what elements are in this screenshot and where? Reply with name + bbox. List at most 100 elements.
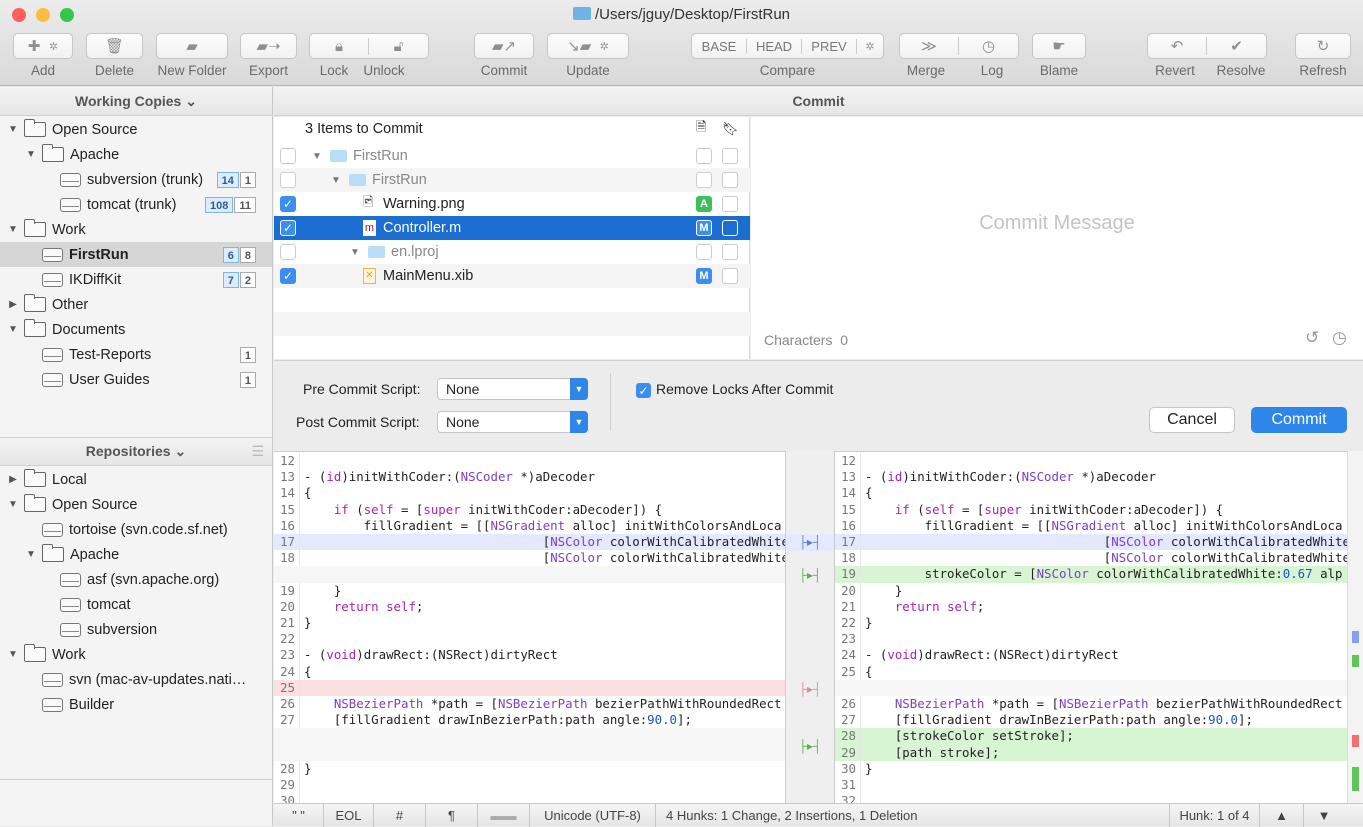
encoding-label[interactable]: Unicode (UTF-8): [530, 803, 656, 827]
working_copies-item[interactable]: User Guides 1: [0, 367, 272, 392]
file-row[interactable]: ▼ FirstRun: [274, 168, 750, 192]
revert-icon[interactable]: ↶: [1148, 37, 1208, 55]
merge-icon[interactable]: ≫: [900, 37, 960, 55]
working_copies-item[interactable]: tomcat (trunk) 108 11: [0, 192, 272, 217]
bookmark-icon[interactable]: 🔖︎: [722, 121, 739, 137]
diff-right-pane[interactable]: 12 13- (id)initWithCoder:(NSCoder *)aDeco…: [835, 451, 1347, 803]
export-button[interactable]: ▰➝: [240, 33, 297, 59]
invisibles-button[interactable]: ¶: [426, 803, 478, 827]
working_copies-item[interactable]: subversion (trunk) 14 1: [0, 167, 272, 192]
delete-button[interactable]: 🗑: [86, 33, 143, 59]
quotes-button[interactable]: " ": [274, 803, 324, 827]
file-row[interactable]: ✓ m Controller.m M: [274, 216, 750, 240]
cancel-button[interactable]: Cancel: [1149, 407, 1235, 433]
document-icon[interactable]: 🗎: [696, 118, 706, 140]
disclosure-open-icon[interactable]: ▼: [6, 649, 20, 660]
commit-toolbar-button[interactable]: ▰↗: [474, 33, 534, 59]
checkmark-icon[interactable]: ✔: [1207, 37, 1266, 55]
repositories-title[interactable]: Repositories ⌄: [86, 443, 186, 460]
refresh-button[interactable]: ↻: [1295, 33, 1351, 59]
disclosure-open-icon[interactable]: ▼: [24, 549, 38, 560]
repositories-item[interactable]: ▶ Local: [0, 467, 272, 492]
working_copies-item[interactable]: FirstRun 6 8: [0, 242, 272, 267]
repositories-item[interactable]: ▼ Apache: [0, 542, 272, 567]
compare-head-button[interactable]: HEAD: [747, 38, 802, 54]
file-row[interactable]: ✓ ✕ MainMenu.xib M: [274, 264, 750, 288]
repositories-item[interactable]: ▼ Work: [0, 642, 272, 667]
repositories-item[interactable]: tomcat: [0, 592, 272, 617]
add-button[interactable]: ✚ ✲: [13, 33, 73, 59]
unlock-icon[interactable]: 🔓︎: [369, 38, 428, 55]
repositories-item[interactable]: Builder: [0, 692, 272, 717]
repositories-item[interactable]: asf (svn.apache.org): [0, 567, 272, 592]
disclosure-open-icon[interactable]: ▼: [24, 149, 38, 160]
lock-status-box[interactable]: [722, 148, 738, 164]
working_copies-item[interactable]: ▼ Open Source: [0, 117, 272, 142]
diff-left-pane[interactable]: 12 13- (id)initWithCoder:(NSCoder *)aDeco…: [274, 451, 785, 803]
commit-button[interactable]: Commit: [1251, 407, 1347, 433]
file-checkbox[interactable]: [280, 148, 296, 164]
undo-icon[interactable]: ↺: [1305, 328, 1319, 348]
working_copies-item[interactable]: IKDiffKit 7 2: [0, 267, 272, 292]
line-numbers-button[interactable]: #: [374, 803, 426, 827]
next-hunk-button[interactable]: ▼: [1304, 804, 1344, 827]
minimap-icon[interactable]: ▬▬: [478, 803, 530, 827]
commit-message-area[interactable]: Commit Message Characters 0 ↺ ◷: [751, 117, 1363, 359]
change-arrow-icon[interactable]: ├▸┤: [786, 534, 834, 551]
disclosure-open-icon[interactable]: ▼: [310, 151, 324, 162]
insert-arrow-icon[interactable]: ├▸┤: [786, 567, 834, 584]
diff-overview-ruler[interactable]: [1347, 451, 1363, 803]
file-name: FirstRun: [372, 172, 427, 188]
working_copies-item[interactable]: ▼ Documents: [0, 317, 272, 342]
previous-hunk-button[interactable]: ▲: [1260, 803, 1304, 827]
new-folder-button[interactable]: ▰: [156, 33, 228, 59]
update-button[interactable]: ↘▰ ✲: [547, 33, 629, 59]
file-row[interactable]: ▼ en.lproj: [274, 240, 750, 264]
pre-commit-select[interactable]: None ▼: [437, 378, 588, 400]
repositories-item[interactable]: subversion: [0, 617, 272, 642]
history-clock-icon[interactable]: ◷: [1332, 328, 1347, 348]
clock-icon[interactable]: ◷: [959, 37, 1018, 55]
file-checkbox[interactable]: ✓: [280, 268, 296, 284]
lock-status-box[interactable]: [722, 268, 738, 284]
compare-base-button[interactable]: BASE: [692, 38, 747, 54]
delete-arrow-icon[interactable]: ├▸┤: [786, 681, 834, 698]
disclosure-open-icon[interactable]: ▼: [348, 247, 362, 258]
lock-status-box[interactable]: [722, 172, 738, 188]
disclosure-open-icon[interactable]: ▼: [6, 124, 20, 135]
lock-status-box[interactable]: [722, 220, 738, 236]
file-checkbox[interactable]: ✓: [280, 220, 296, 236]
gear-icon[interactable]: ✲: [600, 40, 609, 53]
repositories-item[interactable]: ▼ Open Source: [0, 492, 272, 517]
working_copies-item[interactable]: Test-Reports 1: [0, 342, 272, 367]
working_copies-item[interactable]: ▼ Work: [0, 217, 272, 242]
file-checkbox[interactable]: [280, 244, 296, 260]
menu-lines-icon[interactable]: ☰: [251, 443, 264, 460]
working_copies-item[interactable]: ▶ Other: [0, 292, 272, 317]
gear-icon[interactable]: ✲: [857, 40, 883, 53]
insert-arrow-icon[interactable]: ├▸┤: [786, 738, 834, 755]
working-copies-header[interactable]: Working Copies ⌄: [0, 87, 272, 116]
lock-icon[interactable]: 🔒︎: [310, 37, 370, 55]
file-row[interactable]: ▼ FirstRun: [274, 144, 750, 168]
blame-button[interactable]: ☛: [1032, 33, 1086, 59]
file-row[interactable]: ✓ 🖻 Warning.png A: [274, 192, 750, 216]
compare-prev-button[interactable]: PREV: [802, 38, 857, 54]
disclosure-open-icon[interactable]: ▼: [329, 175, 343, 186]
file-checkbox[interactable]: ✓: [280, 196, 296, 212]
remove-locks-checkbox[interactable]: ✓: [636, 383, 651, 398]
disclosure-closed-icon[interactable]: ▶: [6, 299, 20, 310]
lock-status-box[interactable]: [722, 244, 738, 260]
file-checkbox[interactable]: [280, 172, 296, 188]
working_copies-item[interactable]: ▼ Apache: [0, 142, 272, 167]
eol-button[interactable]: EOL: [324, 803, 374, 827]
gear-icon[interactable]: ✲: [49, 40, 58, 53]
repositories-item[interactable]: svn (mac-av-updates.nati…: [0, 667, 272, 692]
disclosure-open-icon[interactable]: ▼: [6, 499, 20, 510]
disclosure-open-icon[interactable]: ▼: [6, 324, 20, 335]
disclosure-closed-icon[interactable]: ▶: [6, 474, 20, 485]
repositories-item[interactable]: tortoise (svn.code.sf.net): [0, 517, 272, 542]
disclosure-open-icon[interactable]: ▼: [6, 224, 20, 235]
lock-status-box[interactable]: [722, 196, 738, 212]
post-commit-select[interactable]: None ▼: [437, 411, 588, 433]
